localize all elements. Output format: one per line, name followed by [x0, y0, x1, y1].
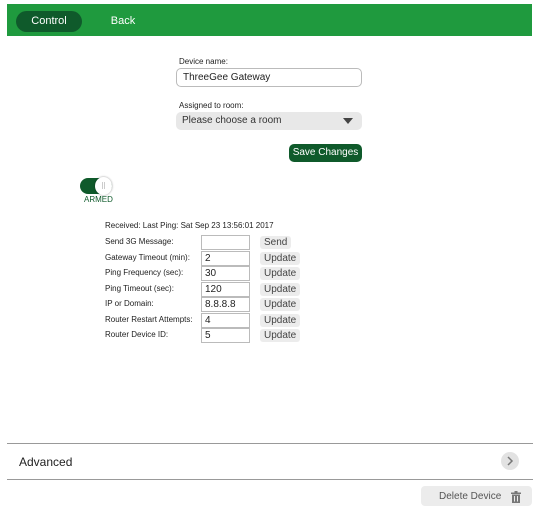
setting-label: Ping Timeout (sec): [105, 284, 174, 293]
back-button[interactable]: Back [103, 11, 143, 32]
router-restart-attempts-input[interactable] [201, 313, 250, 328]
gateway-timeout-input[interactable] [201, 251, 250, 266]
section-divider [7, 443, 533, 444]
ping-frequency-input[interactable] [201, 266, 250, 281]
last-ping-status: Received: Last Ping: Sat Sep 23 13:56:01… [105, 221, 274, 230]
device-name-input[interactable] [176, 68, 362, 87]
room-select-value: Please choose a room [182, 115, 282, 126]
send-3g-message-input[interactable] [201, 235, 250, 250]
router-device-id-input[interactable] [201, 328, 250, 343]
advanced-section-toggle[interactable]: Advanced [19, 455, 72, 469]
save-changes-button[interactable]: Save Changes [289, 144, 362, 162]
update-button[interactable]: Update [260, 314, 301, 327]
toggle-knob [95, 177, 112, 195]
room-label: Assigned to room: [179, 101, 244, 110]
ping-timeout-input[interactable] [201, 282, 250, 297]
room-select[interactable]: Please choose a room [176, 112, 362, 130]
setting-label: Send 3G Message: [105, 237, 174, 246]
device-name-label: Device name: [179, 57, 228, 66]
section-divider [7, 479, 533, 480]
armed-status-label: ARMED [84, 195, 113, 204]
ip-domain-input[interactable] [201, 297, 250, 312]
update-button[interactable]: Update [260, 329, 301, 342]
delete-device-button[interactable]: Delete Device [421, 486, 532, 506]
update-button[interactable]: Update [260, 298, 301, 311]
chevron-right-icon[interactable] [501, 452, 519, 470]
setting-label: IP or Domain: [105, 299, 154, 308]
setting-label: Router Device ID: [105, 330, 169, 339]
setting-label: Router Restart Attempts: [105, 315, 193, 324]
delete-device-label: Delete Device [439, 491, 502, 502]
armed-toggle[interactable] [80, 177, 112, 195]
control-tab-button[interactable]: Control [16, 11, 82, 32]
update-button[interactable]: Update [260, 252, 301, 265]
update-button[interactable]: Update [260, 267, 301, 280]
top-nav-bar: Control Back [7, 4, 532, 36]
setting-label: Ping Frequency (sec): [105, 268, 184, 277]
send-button[interactable]: Send [260, 236, 291, 249]
setting-label: Gateway Timeout (min): [105, 253, 190, 262]
caret-down-icon [343, 118, 353, 124]
update-button[interactable]: Update [260, 283, 301, 296]
trash-icon [511, 490, 521, 508]
